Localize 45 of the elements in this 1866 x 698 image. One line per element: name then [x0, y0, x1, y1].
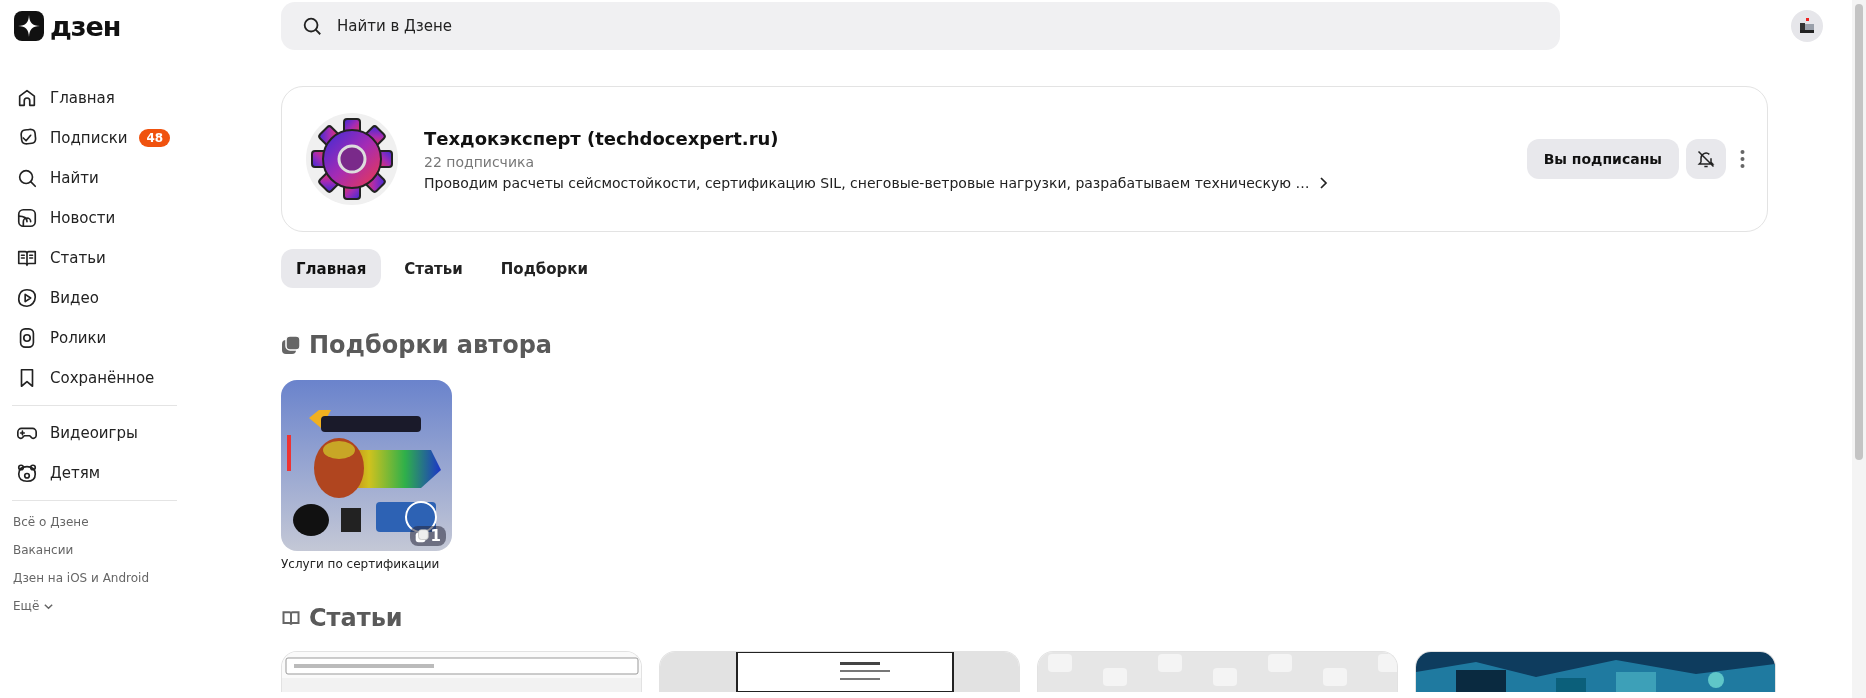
channel-description[interactable]: Проводим расчеты сейсмостойкости, сертификацию SIL, снеговые-ветровые нагрузки, разрабатываем техническую … — [424, 174, 1527, 191]
search-icon — [16, 167, 38, 189]
chevron-right-icon — [1317, 176, 1328, 189]
channel-name[interactable]: Техдокэксперт (techdocexpert.ru) — [424, 127, 779, 149]
footer-link[interactable]: Дзен на iOS и Android — [13, 564, 150, 592]
sidebar-item[interactable]: Детям — [16, 453, 105, 493]
home-icon — [16, 87, 38, 109]
tab[interactable]: Статьи — [389, 249, 478, 288]
sidebar-item[interactable]: Главная — [16, 78, 119, 118]
sidebar-item[interactable]: Статьи — [16, 238, 110, 278]
sidebar-item[interactable]: Ролики — [16, 318, 111, 358]
collection-icon — [281, 335, 301, 355]
subscriber-count: 22 подписчика — [424, 153, 535, 170]
bear-icon — [16, 462, 38, 484]
sidebar-item[interactable]: Сохранённое — [16, 358, 159, 398]
play-icon — [16, 287, 38, 309]
bell-off-icon — [1696, 149, 1716, 169]
count-badge: 48 — [139, 129, 171, 147]
search-icon — [301, 15, 323, 37]
section-heading: Статьи — [309, 604, 403, 632]
book-icon — [281, 608, 301, 628]
sidebar-item[interactable]: Подписки 48 — [16, 118, 175, 158]
search-field[interactable]: Найти в Дзене — [281, 2, 1560, 50]
collection-title[interactable]: Услуги по сертификации — [281, 557, 440, 571]
notifications-button[interactable] — [1686, 139, 1726, 179]
subscribed-button[interactable]: Вы подписаны — [1526, 139, 1679, 179]
sidebar-item[interactable]: Видеоигры — [16, 413, 142, 453]
gear-icon — [306, 113, 398, 205]
more-link[interactable]: Ещё — [13, 592, 55, 620]
footer-link[interactable]: Всё о Дзене — [13, 508, 89, 536]
sidebar-item[interactable]: Видео — [16, 278, 103, 318]
search-placeholder: Найти в Дзене — [337, 17, 453, 35]
logo-text[interactable]: дзен — [50, 10, 121, 42]
section-heading: Подборки автора — [309, 331, 552, 359]
tab[interactable]: Главная — [281, 249, 382, 288]
logo-icon — [14, 11, 44, 41]
more-icon[interactable] — [1740, 149, 1745, 169]
scrollbar-thumb[interactable] — [1855, 4, 1863, 460]
tab[interactable]: Подборки — [485, 249, 603, 288]
item-count: 1 — [409, 526, 446, 546]
sidebar-item[interactable]: Новости — [16, 198, 120, 238]
collection-icon — [414, 529, 429, 543]
user-avatar[interactable] — [1791, 10, 1823, 42]
sidebar-item[interactable]: Найти — [16, 158, 103, 198]
footer-link[interactable]: Вакансии — [13, 536, 74, 564]
